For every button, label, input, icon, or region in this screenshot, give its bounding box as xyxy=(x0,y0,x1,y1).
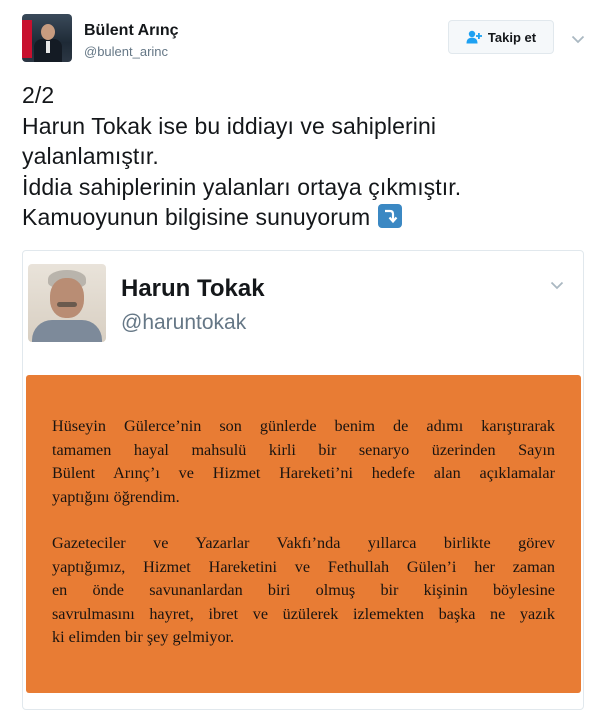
add-user-icon xyxy=(466,30,482,44)
statement-line: Hüseyin Gülerce’nin son günlerde benim d… xyxy=(52,417,555,435)
statement-image: Hüseyin Gülerce’nin son günlerde benim d… xyxy=(26,375,581,693)
tweet-line: İddia sahiplerinin yalanları ortaya çıkm… xyxy=(22,173,462,200)
author-display-name[interactable]: Bülent Arınç xyxy=(84,22,179,40)
tweet-line: 2/2 xyxy=(22,82,55,108)
quoted-author-avatar[interactable] xyxy=(28,264,106,342)
statement-line: en önde savunanlardan biri olmuş bir kiş… xyxy=(52,581,555,599)
author-screen-name[interactable]: @bulent_arinc xyxy=(84,44,168,59)
tweet-text: 2/2 Harun Tokak ise bu iddiayı ve sahipl… xyxy=(22,80,592,233)
chevron-down-icon[interactable] xyxy=(549,277,565,293)
statement-line: yaptığımız, Hizmet Hareketini ve Fethull… xyxy=(52,557,555,576)
follow-button-label: Takip et xyxy=(487,29,537,45)
statement-line: yaptığını öğrendim. xyxy=(52,487,180,506)
statement-paragraph: Gazeteciler ve Yazarlar Vakfı’nda yıllar… xyxy=(52,532,555,650)
tweet-header: Bülent Arınç @bulent_arinc Takip et xyxy=(22,14,594,68)
statement-line: Bülent Arınç’ı ve Hizmet Hareketi’ni hed… xyxy=(52,464,555,482)
arrow-curving-down-emoji-icon xyxy=(378,204,403,228)
tweet-line: Harun Tokak ise bu iddiayı ve sahiplerin… xyxy=(22,112,437,139)
tweet-line: yalanlamıştır. xyxy=(22,143,159,169)
statement-line: tamamen hayal mahsulü kirli bir senaryo … xyxy=(52,440,555,459)
quoted-tweet-card[interactable]: Harun Tokak @haruntokak Hüseyin Gülerce’… xyxy=(22,250,584,710)
statement-line: Gazeteciler ve Yazarlar Vakfı’nda yıllar… xyxy=(52,534,555,552)
statement-line: savrulmasını hayret, ibret ve üzülerek i… xyxy=(52,604,555,623)
quoted-author-display-name[interactable]: Harun Tokak xyxy=(121,275,265,303)
tweet-line-text: Kamuoyunun bilgisine sunuyorum xyxy=(22,204,371,230)
quoted-author-screen-name[interactable]: @haruntokak xyxy=(121,311,246,335)
follow-button[interactable]: Takip et xyxy=(448,20,554,54)
statement-paragraph: Hüseyin Gülerce’nin son günlerde benim d… xyxy=(52,415,555,509)
statement-line: ki elimden bir şey gelmiyor. xyxy=(52,628,235,646)
author-avatar[interactable] xyxy=(22,14,72,62)
chevron-down-icon[interactable] xyxy=(570,31,586,47)
tweet-line-last: Kamuoyunun bilgisine sunuyorum xyxy=(22,202,592,233)
